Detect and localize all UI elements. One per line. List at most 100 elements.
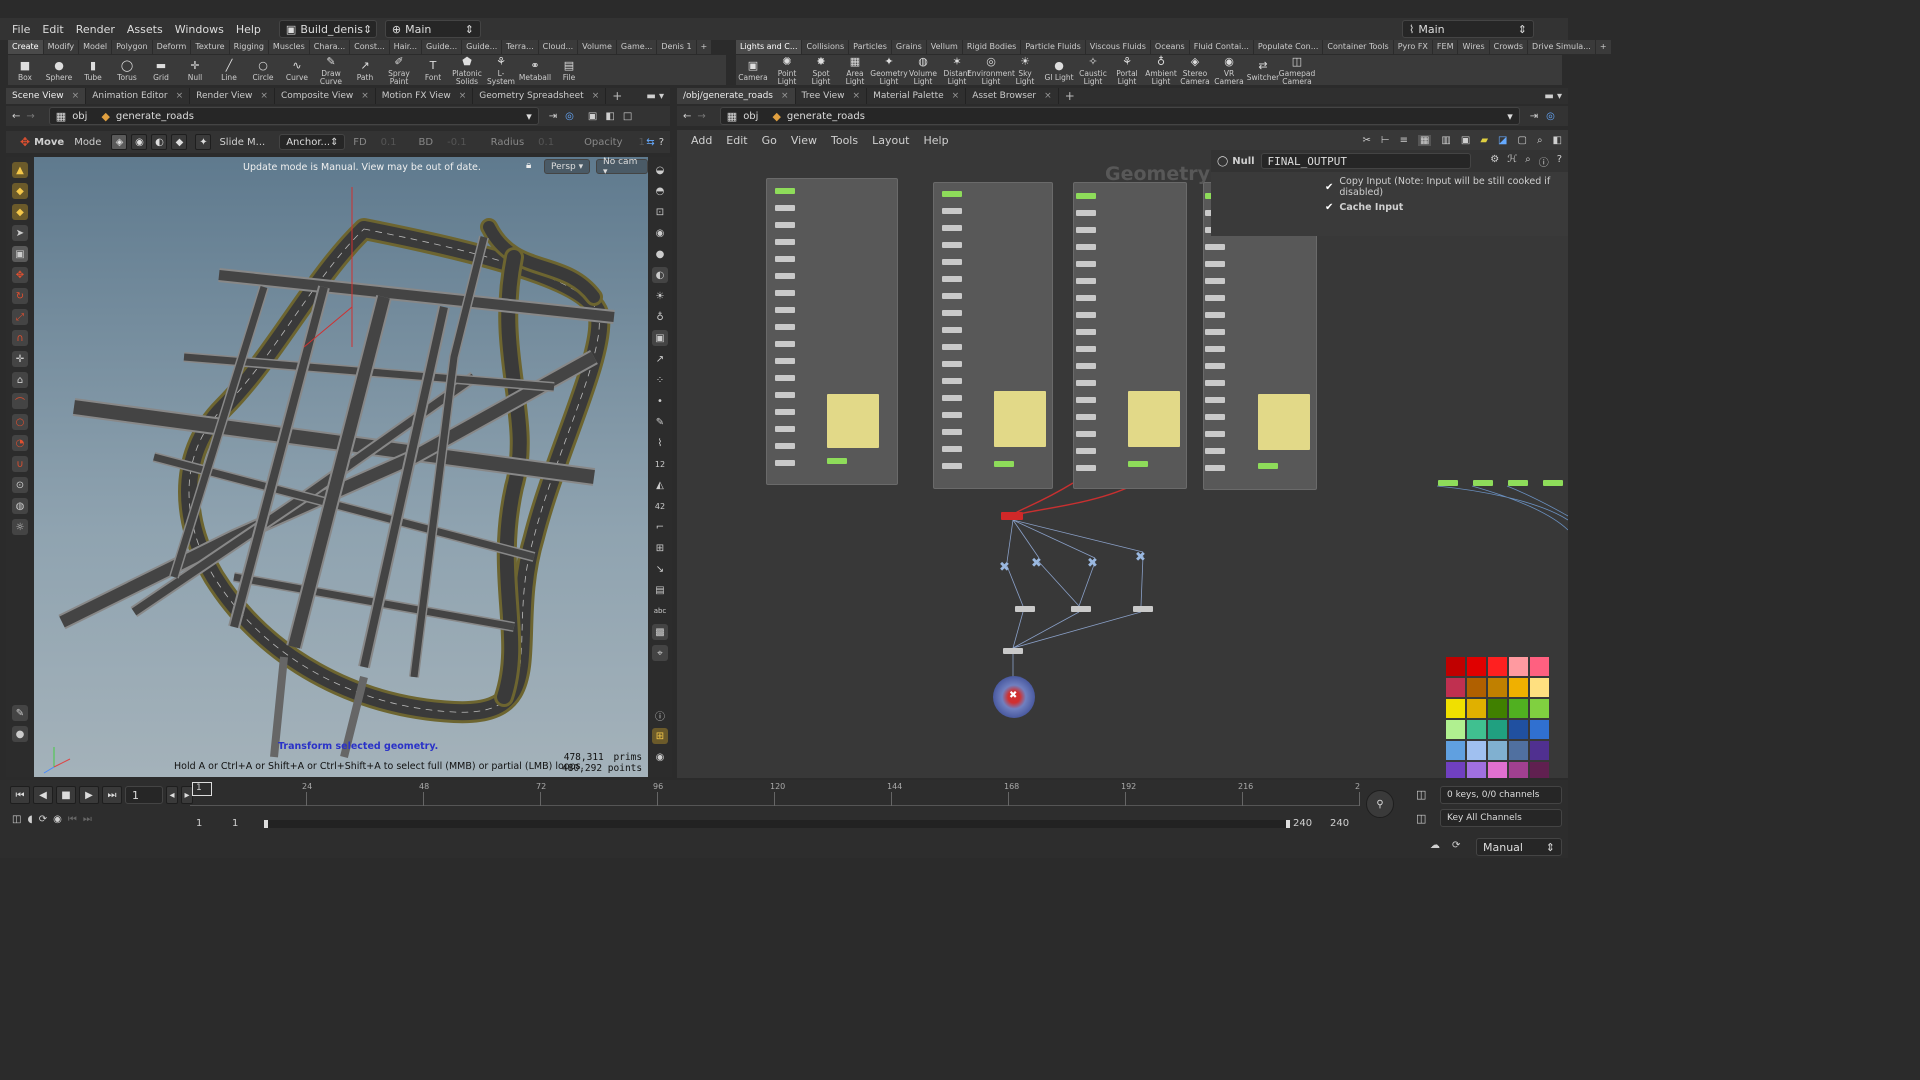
view-icon[interactable]: ⊙ bbox=[12, 477, 28, 493]
pen-icon[interactable]: ✎ bbox=[652, 414, 668, 430]
brush-icon[interactable]: ⌇ bbox=[652, 435, 668, 451]
desktop-selector[interactable]: ▣ Build_denis ⇕ bbox=[278, 20, 377, 38]
align-icon[interactable]: ⇆ bbox=[646, 137, 654, 148]
network-node[interactable] bbox=[775, 375, 795, 381]
network-node[interactable] bbox=[1076, 261, 1096, 267]
shape-icon[interactable]: ◪ bbox=[1498, 135, 1507, 146]
right-context-selector[interactable]: ⌇ Main ⇕ bbox=[1402, 20, 1534, 38]
node-name-field[interactable]: FINAL_OUTPUT bbox=[1260, 153, 1471, 169]
tool-environment-light[interactable]: ◎ Environment Light bbox=[967, 54, 1015, 86]
paint-icon[interactable]: ◔ bbox=[12, 435, 28, 451]
color-swatch[interactable] bbox=[1488, 762, 1507, 778]
camera-menu[interactable]: No cam ▾ bbox=[596, 157, 648, 177]
network-node[interactable] bbox=[1076, 244, 1096, 250]
forward-arrow-icon[interactable]: → bbox=[697, 111, 705, 122]
shelf-tab[interactable]: Game... bbox=[616, 40, 657, 54]
bulb-icon[interactable]: ♁ bbox=[652, 309, 668, 325]
mode-component-icon[interactable]: ◐ bbox=[151, 134, 168, 150]
pane-tab[interactable]: Material Palette × bbox=[867, 88, 967, 104]
sticky-note[interactable] bbox=[994, 391, 1046, 447]
camera-icon[interactable]: ◧ bbox=[1553, 135, 1562, 146]
tool-area-light[interactable]: ▦ Area Light bbox=[838, 54, 872, 86]
chevron-down-icon[interactable]: ▾ bbox=[1507, 110, 1513, 123]
add-shelf-icon[interactable]: + bbox=[1595, 40, 1611, 54]
refresh-icon[interactable]: ⟳ bbox=[1452, 840, 1460, 851]
network-node[interactable] bbox=[942, 225, 962, 231]
step-back-icon[interactable]: ◀ bbox=[33, 786, 53, 804]
back-arrow-icon[interactable]: ← bbox=[683, 111, 691, 122]
view-options-icon[interactable]: ◧ bbox=[605, 111, 614, 122]
play-icon[interactable]: ▶ bbox=[79, 786, 99, 804]
tree-icon[interactable]: ⊢ bbox=[1381, 135, 1390, 146]
tool-l-system[interactable]: ⚘ L-System bbox=[484, 54, 518, 86]
network-node[interactable] bbox=[775, 426, 795, 432]
network-node[interactable] bbox=[1076, 465, 1096, 471]
network-node[interactable] bbox=[1076, 414, 1096, 420]
prim-number-icon[interactable]: 42 bbox=[652, 498, 668, 514]
keys-channels-dropdown[interactable]: 0 keys, 0/0 channels bbox=[1440, 786, 1562, 804]
network-node[interactable] bbox=[942, 378, 962, 384]
key-mode-icon[interactable]: ◫ bbox=[1416, 812, 1426, 825]
bd-field[interactable]: -0.1 bbox=[447, 137, 467, 148]
network-node[interactable] bbox=[1205, 329, 1225, 335]
color-swatch[interactable] bbox=[1530, 699, 1549, 718]
pane-menu-icon[interactable]: ▬ ▾ bbox=[646, 91, 664, 102]
tool-volume-light[interactable]: ◍ Volume Light bbox=[906, 54, 940, 86]
xform-node-icon[interactable]: ✖ bbox=[999, 560, 1010, 575]
snap-icon[interactable]: ✦ bbox=[195, 134, 212, 150]
magnet-icon[interactable]: ∩ bbox=[12, 330, 28, 346]
color-swatch[interactable] bbox=[1530, 762, 1549, 778]
color-swatch[interactable] bbox=[1488, 720, 1507, 739]
color-swatch[interactable] bbox=[1530, 720, 1549, 739]
close-icon[interactable]: × bbox=[260, 91, 268, 101]
ghost-icon[interactable]: ◓ bbox=[652, 183, 668, 199]
close-icon[interactable]: × bbox=[459, 91, 467, 101]
network-node[interactable] bbox=[1205, 278, 1225, 284]
network-node[interactable] bbox=[942, 310, 962, 316]
network-node[interactable] bbox=[1015, 606, 1035, 612]
points-display-icon[interactable]: ⁘ bbox=[652, 372, 668, 388]
shelf-tab[interactable]: FEM bbox=[1432, 40, 1458, 54]
audio-icon[interactable]: ◫ bbox=[12, 814, 21, 825]
pin-icon[interactable]: ⇥ bbox=[1530, 111, 1538, 122]
shelf-tab[interactable]: Deform bbox=[152, 40, 191, 54]
network-node[interactable] bbox=[1508, 480, 1528, 486]
network-node[interactable] bbox=[775, 307, 795, 313]
color-swatch[interactable] bbox=[1509, 657, 1528, 676]
tool-camera[interactable]: ▣ Camera bbox=[736, 58, 770, 82]
tool-draw-curve[interactable]: ✎ Draw Curve bbox=[314, 54, 348, 86]
tool-point-light[interactable]: ✺ Point Light bbox=[770, 54, 804, 86]
color-swatch[interactable] bbox=[1509, 699, 1528, 718]
note-icon[interactable]: ▰ bbox=[1480, 135, 1488, 146]
shelf-tab[interactable]: Particles bbox=[849, 40, 891, 54]
tool-torus[interactable]: ◯ Torus bbox=[110, 58, 144, 82]
camera-view-icon[interactable]: ◍ bbox=[12, 498, 28, 514]
image-icon[interactable]: ▩ bbox=[652, 624, 668, 640]
hide-icon[interactable]: ◭ bbox=[652, 477, 668, 493]
tool-file[interactable]: ▤ File bbox=[552, 58, 586, 82]
tool-null[interactable]: ✛ Null bbox=[178, 58, 212, 82]
tool-circle[interactable]: ○ Circle bbox=[246, 58, 280, 82]
network-node[interactable] bbox=[942, 463, 962, 469]
network-node[interactable] bbox=[827, 458, 847, 464]
network-node[interactable] bbox=[775, 239, 795, 245]
edit-points-icon[interactable]: ◆ bbox=[12, 183, 28, 199]
shelf-tab[interactable]: Hair... bbox=[389, 40, 421, 54]
network-node[interactable] bbox=[1205, 414, 1225, 420]
network-node[interactable] bbox=[1076, 329, 1096, 335]
vector-icon[interactable]: ↘ bbox=[652, 561, 668, 577]
path-root[interactable]: obj bbox=[72, 111, 87, 122]
number-icon[interactable]: 12 bbox=[652, 456, 668, 472]
color-swatch[interactable] bbox=[1530, 678, 1549, 697]
color-swatch[interactable] bbox=[1509, 720, 1528, 739]
network-menu-add[interactable]: Add bbox=[691, 134, 712, 147]
pane-tab[interactable]: Scene View × bbox=[6, 88, 87, 104]
network-node[interactable] bbox=[1205, 244, 1225, 250]
tool-gi-light[interactable]: ● GI Light bbox=[1042, 58, 1076, 82]
close-icon[interactable]: × bbox=[176, 91, 184, 101]
close-icon[interactable]: × bbox=[1044, 91, 1052, 101]
geo-display-icon[interactable]: ▣ bbox=[652, 330, 668, 346]
checkbox-checked-icon[interactable]: ✔ bbox=[1325, 202, 1333, 213]
shelf-tab[interactable]: Vellum bbox=[926, 40, 962, 54]
network-node[interactable] bbox=[1076, 210, 1096, 216]
